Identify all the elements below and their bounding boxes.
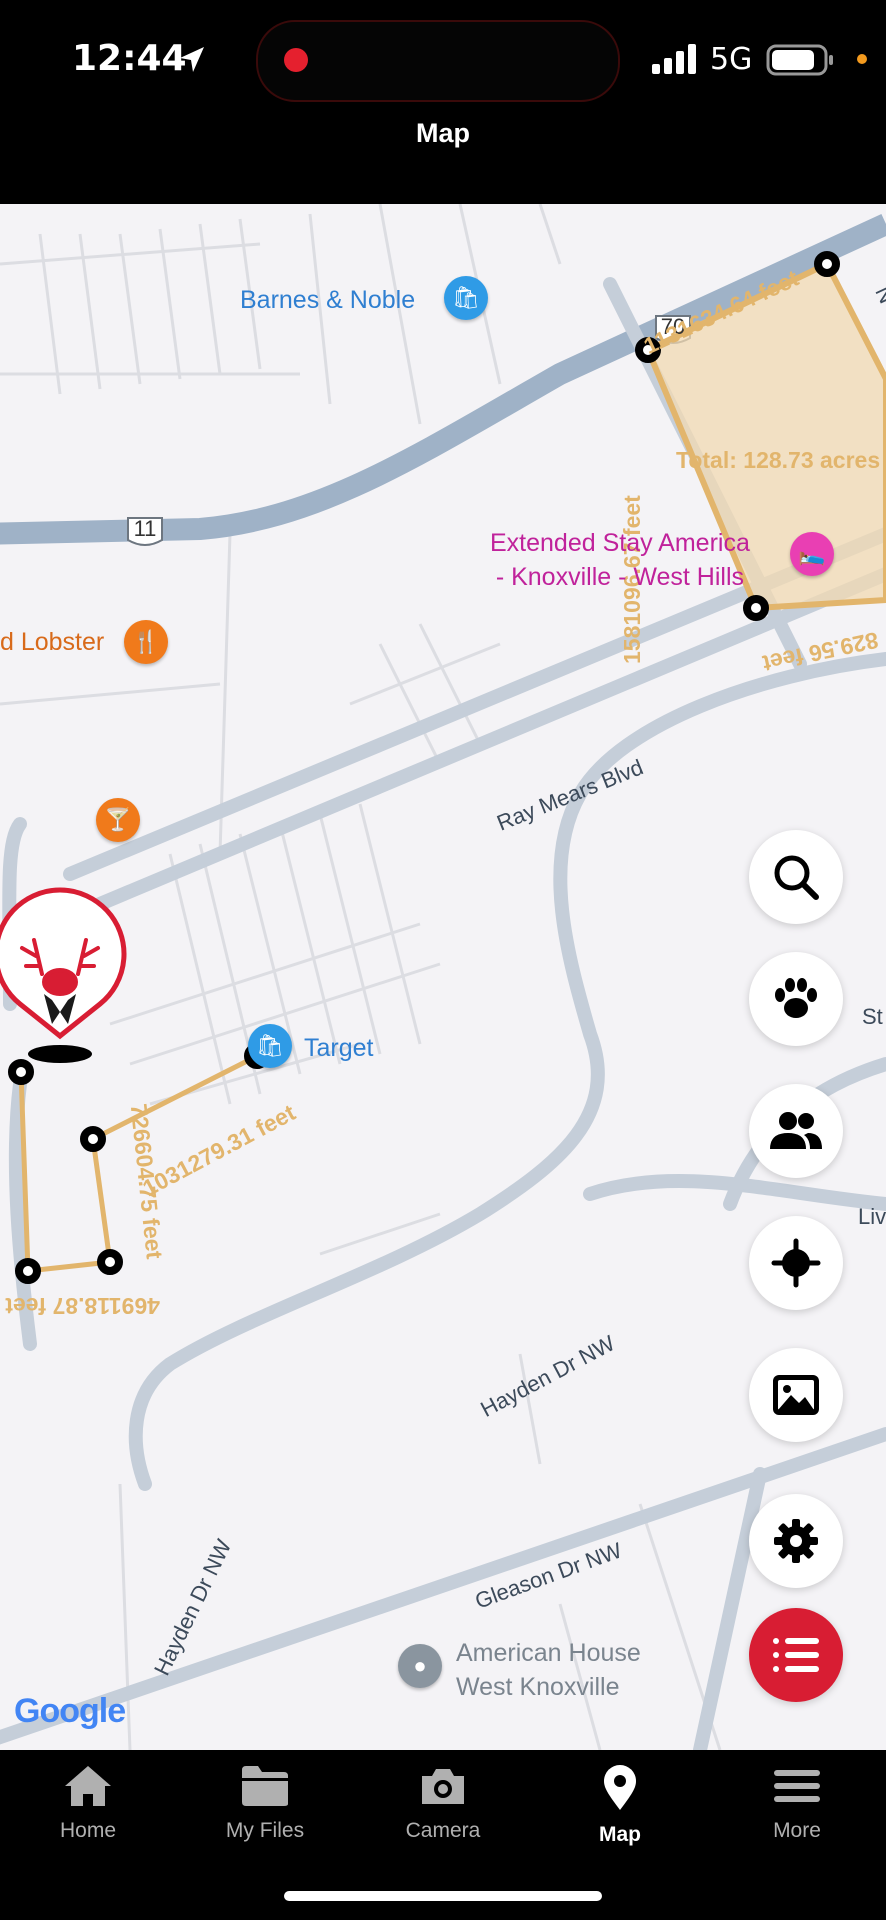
cellular-signal-icon (652, 44, 696, 74)
measurement-small-bottom: 469118.87 feet (5, 1293, 160, 1319)
network-type: 5G (710, 42, 753, 77)
google-logo: Google (14, 1692, 126, 1730)
location-arrow-icon (180, 47, 204, 72)
settings-button[interactable] (749, 1494, 843, 1588)
bar-icon[interactable]: 🍸 (96, 798, 140, 842)
poi-american-house[interactable]: American House West Knoxville (456, 1636, 641, 1704)
tab-my-files-label: My Files (225, 1819, 305, 1842)
search-icon (774, 855, 819, 900)
shopping-bag-icon[interactable]: 🛍 (444, 276, 488, 320)
tab-my-files[interactable]: My Files (185, 1764, 345, 1843)
hotel-icon[interactable]: 🛌 (790, 532, 834, 576)
home-icon (65, 1766, 111, 1806)
tab-more-label: More (773, 1819, 821, 1842)
menu-icon (774, 1770, 820, 1802)
map-view[interactable]: 11 70 Ray Mears Blvd Hayden Dr NW Hayden… (0, 204, 886, 1750)
list-button[interactable] (749, 1608, 843, 1702)
measurement-total: Total: 128.73 acres (676, 447, 880, 473)
tab-camera-label: Camera (405, 1819, 481, 1842)
road-label-hayden-1: Hayden Dr NW (476, 1330, 619, 1422)
shopping-bag-icon[interactable]: 🛍 (248, 1024, 292, 1068)
track-button[interactable] (749, 952, 843, 1046)
group-icon (770, 1112, 822, 1149)
google-attribution: Google (14, 1692, 126, 1731)
dynamic-island (256, 20, 620, 102)
restaurant-icon[interactable]: 🍴 (124, 620, 168, 664)
group-button[interactable] (749, 1084, 843, 1178)
location-pin-marker[interactable] (0, 887, 127, 1063)
camera-icon (422, 1769, 464, 1804)
list-icon (773, 1638, 819, 1672)
poi-extended-stay[interactable]: Extended Stay America - Knoxville - West… (490, 526, 750, 594)
recording-indicator-icon (284, 48, 308, 72)
page-title: Map (416, 118, 470, 148)
image-button[interactable] (749, 1348, 843, 1442)
road-label-n-wi: N Wi (870, 282, 886, 336)
tab-more[interactable]: More (717, 1764, 877, 1843)
my-location-button[interactable] (749, 1216, 843, 1310)
search-button[interactable] (749, 830, 843, 924)
map-pin-icon (604, 1765, 636, 1810)
tab-home-label: Home (59, 1819, 117, 1842)
route-11-label: 11 (134, 516, 157, 541)
tab-home[interactable]: Home (8, 1764, 168, 1843)
home-indicator[interactable] (284, 1891, 602, 1901)
place-icon[interactable]: ● (398, 1644, 442, 1688)
paw-icon (775, 978, 817, 1018)
tab-map[interactable]: Map (540, 1764, 700, 1847)
poi-lobster[interactable]: d Lobster (0, 628, 104, 657)
status-bar: 12:44 5G (0, 0, 886, 120)
poi-target[interactable]: Target (304, 1034, 373, 1063)
measurement-small-top: 1031279.31 feet (138, 1099, 300, 1201)
tab-map-label: Map (599, 1823, 641, 1846)
gear-icon (774, 1519, 818, 1563)
privacy-indicator-icon (857, 54, 867, 64)
tab-camera[interactable]: Camera (363, 1764, 523, 1843)
battery-icon (766, 44, 833, 76)
image-icon (773, 1375, 819, 1415)
road-label-liv: Liv (858, 1204, 886, 1229)
poi-barnes-noble[interactable]: Barnes & Noble (240, 286, 415, 315)
folder-icon (242, 1766, 288, 1806)
status-time: 12:44 (72, 38, 187, 79)
road-label-st: St (862, 1004, 883, 1029)
crosshair-icon (771, 1238, 821, 1288)
